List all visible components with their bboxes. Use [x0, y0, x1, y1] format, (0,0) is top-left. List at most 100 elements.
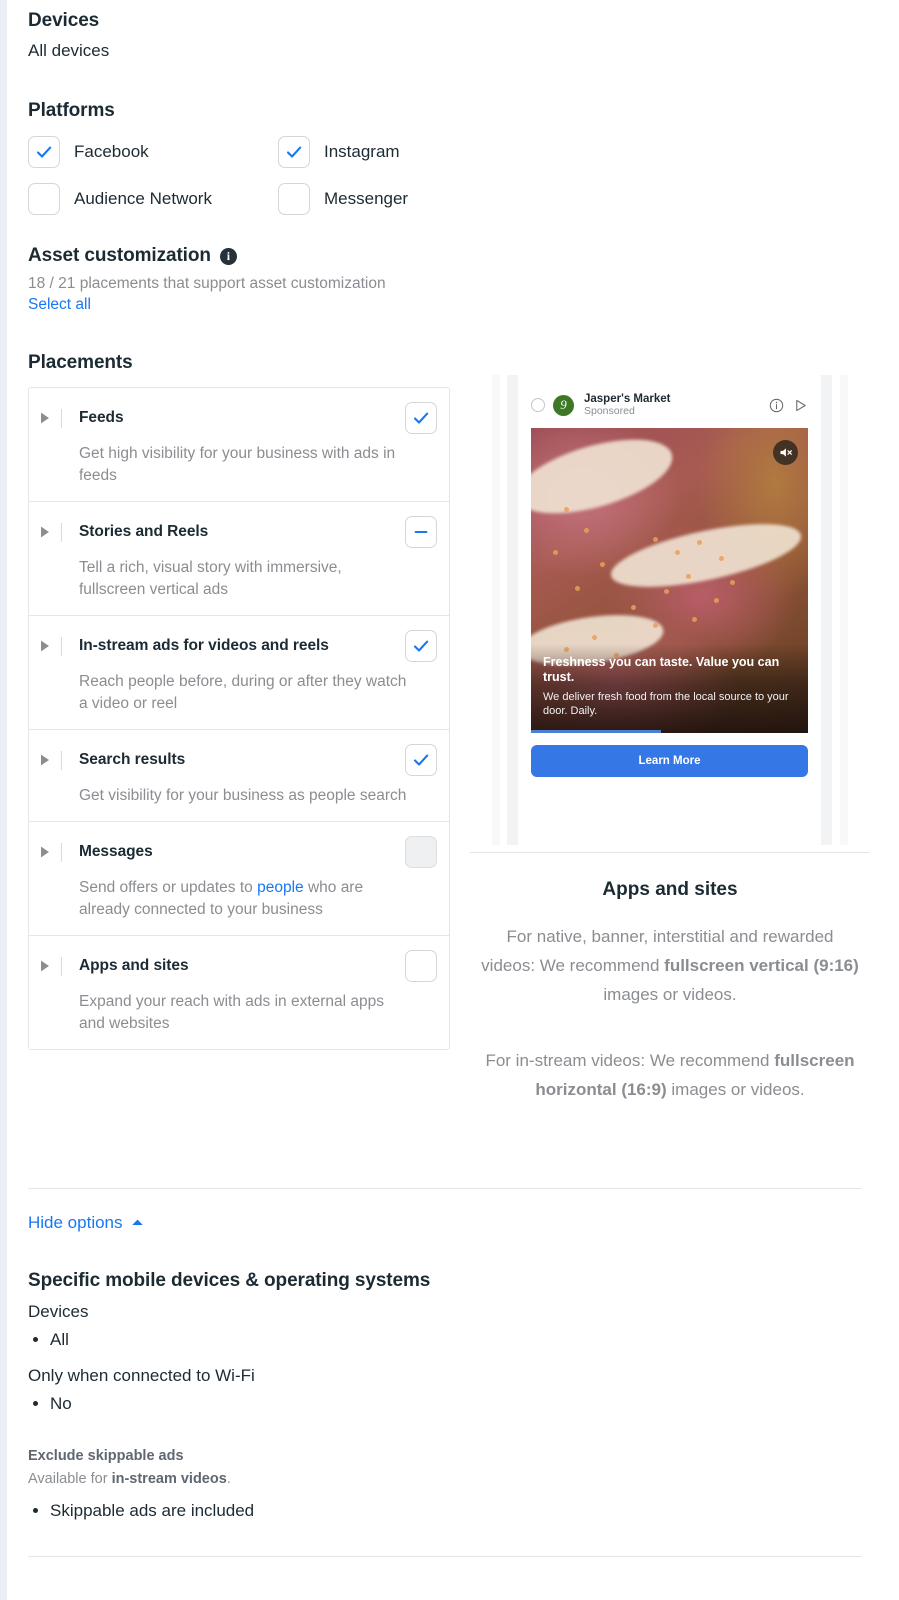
ad-text-overlay: Freshness you can taste. Value you can t… — [531, 643, 808, 733]
divider — [61, 842, 62, 862]
placement-description: Reach people before, during or after the… — [79, 673, 407, 712]
play-triangle-icon[interactable] — [793, 398, 808, 413]
check-icon — [413, 412, 429, 424]
expand-triangle-icon[interactable] — [29, 640, 61, 652]
placements-settings-page: Devices All devices Platforms Facebook I… — [0, 0, 899, 1600]
expand-triangle-icon[interactable] — [29, 960, 61, 972]
preview-title: Apps and sites — [602, 879, 738, 900]
hide-options-label: Hide options — [28, 1213, 123, 1232]
placement-description: Send offers or updates to people who are… — [79, 877, 409, 921]
checkbox-box[interactable] — [28, 136, 60, 168]
checkbox-box[interactable] — [28, 183, 60, 215]
options-divider — [28, 1188, 862, 1189]
platform-checkbox-audience-network[interactable]: Audience Network — [28, 183, 278, 215]
platform-checkbox-instagram[interactable]: Instagram — [278, 136, 528, 168]
placement-row-search-results: Search results Get visibility for your b… — [29, 730, 449, 822]
exclude-heading: Exclude skippable ads — [28, 1448, 184, 1464]
devices-heading: Devices — [28, 10, 100, 31]
people-link[interactable]: people — [257, 879, 304, 896]
placement-preview-panel: 9 Jasper's Market Sponsored Freshness yo… — [470, 372, 870, 1104]
placement-row-in-stream-ads: In-stream ads for videos and reels Reach… — [29, 616, 449, 730]
asset-customization-heading: Asset customization — [28, 245, 211, 266]
placement-description: Tell a rich, visual story with immersive… — [79, 559, 342, 598]
phone-screen: 9 Jasper's Market Sponsored Freshness yo… — [518, 375, 821, 845]
placement-checkbox[interactable] — [405, 630, 437, 662]
placement-title: Search results — [79, 751, 186, 768]
ad-brand-name: Jasper's Market — [584, 393, 671, 405]
ad-overlay-title: Freshness you can taste. Value you can t… — [543, 654, 780, 684]
placement-description: Get visibility for your business as peop… — [79, 787, 407, 804]
description-text-pre: Send offers or updates to — [79, 879, 258, 896]
platform-checkbox-facebook[interactable]: Facebook — [28, 136, 278, 168]
phone-frame-right — [840, 375, 848, 845]
placement-header: In-stream ads for videos and reels — [29, 630, 437, 662]
video-progress-bar — [531, 729, 662, 733]
check-icon — [413, 640, 429, 652]
info-circle-icon[interactable] — [769, 398, 784, 413]
placement-row-apps-and-sites: Apps and sites Expand your reach with ad… — [29, 936, 449, 1049]
ad-identity: Jasper's Market Sponsored — [584, 393, 761, 418]
placement-title: Stories and Reels — [79, 523, 209, 540]
check-icon — [286, 146, 302, 158]
expand-triangle-icon[interactable] — [29, 412, 61, 424]
check-icon — [413, 754, 429, 766]
select-all-link[interactable]: Select all — [28, 296, 91, 313]
devices-sublabel: Devices — [28, 1302, 89, 1321]
divider — [61, 522, 62, 542]
placement-title: Feeds — [79, 409, 124, 426]
avatar: 9 — [553, 394, 574, 416]
devices-section: Devices All devices — [28, 10, 109, 61]
ad-sponsored-label: Sponsored — [584, 404, 635, 417]
asset-customization-section: Asset customization i 18 / 21 placements… — [28, 245, 386, 314]
hide-options-toggle[interactable]: Hide options — [28, 1213, 144, 1233]
ad-cta-wrapper: Learn More — [518, 733, 821, 777]
ad-image: Freshness you can taste. Value you can t… — [531, 427, 808, 733]
platform-label: Facebook — [74, 142, 149, 161]
platforms-heading: Platforms — [28, 100, 115, 121]
wifi-values-list: No — [50, 1391, 628, 1417]
learn-more-button[interactable]: Learn More — [531, 744, 808, 777]
phone-frame-left — [492, 375, 500, 845]
checkbox-box[interactable] — [278, 183, 310, 215]
placement-description: Get high visibility for your business wi… — [79, 445, 396, 484]
specific-devices-heading: Specific mobile devices & operating syst… — [28, 1270, 431, 1291]
placement-header: Messages — [29, 836, 437, 868]
platform-label: Messenger — [324, 189, 409, 208]
preview-divider — [470, 852, 870, 853]
profile-ring-icon — [531, 398, 545, 413]
platforms-section: Platforms Facebook Instagram Audience Ne… — [28, 100, 548, 215]
expand-triangle-icon[interactable] — [29, 846, 61, 858]
placement-header: Search results — [29, 744, 437, 776]
placement-checkbox — [405, 836, 437, 868]
placement-checkbox[interactable] — [405, 744, 437, 776]
placement-row-feeds: Feeds Get high visibility for your busin… — [29, 388, 449, 502]
placement-title: Messages — [79, 843, 153, 860]
placement-header: Feeds — [29, 402, 437, 434]
divider — [61, 636, 62, 656]
asset-customization-header: Asset customization i — [28, 245, 386, 267]
info-icon[interactable]: i — [219, 247, 237, 265]
checkbox-box[interactable] — [278, 136, 310, 168]
placement-header: Apps and sites — [29, 950, 437, 982]
exclude-skippable-ads-section: Exclude skippable ads Available for in-s… — [28, 1448, 628, 1537]
asset-customization-count: 18 / 21 placements that support asset cu… — [28, 275, 386, 292]
placement-header: Stories and Reels — [29, 516, 437, 548]
placement-checkbox[interactable] — [405, 950, 437, 982]
expand-triangle-icon[interactable] — [29, 526, 61, 538]
mute-icon[interactable] — [773, 439, 798, 465]
divider — [61, 956, 62, 976]
platform-label: Instagram — [324, 142, 400, 161]
placement-checkbox[interactable] — [405, 402, 437, 434]
expand-triangle-icon[interactable] — [29, 754, 61, 766]
placement-checkbox[interactable] — [405, 516, 437, 548]
placements-list: Feeds Get high visibility for your busin… — [28, 387, 450, 1050]
specific-devices-section: Specific mobile devices & operating syst… — [28, 1270, 628, 1429]
placement-row-messages: Messages Send offers or updates to peopl… — [29, 822, 449, 936]
platform-label: Audience Network — [74, 189, 212, 208]
list-item: All — [50, 1327, 628, 1353]
placement-row-stories-and-reels: Stories and Reels Tell a rich, visual st… — [29, 502, 449, 616]
ad-overlay-subtitle: We deliver fresh food from the local sou… — [543, 691, 789, 718]
platform-checkbox-messenger[interactable]: Messenger — [278, 183, 528, 215]
placements-heading: Placements — [28, 352, 133, 373]
paragraph-bold: fullscreen vertical (9:16) — [664, 956, 859, 976]
